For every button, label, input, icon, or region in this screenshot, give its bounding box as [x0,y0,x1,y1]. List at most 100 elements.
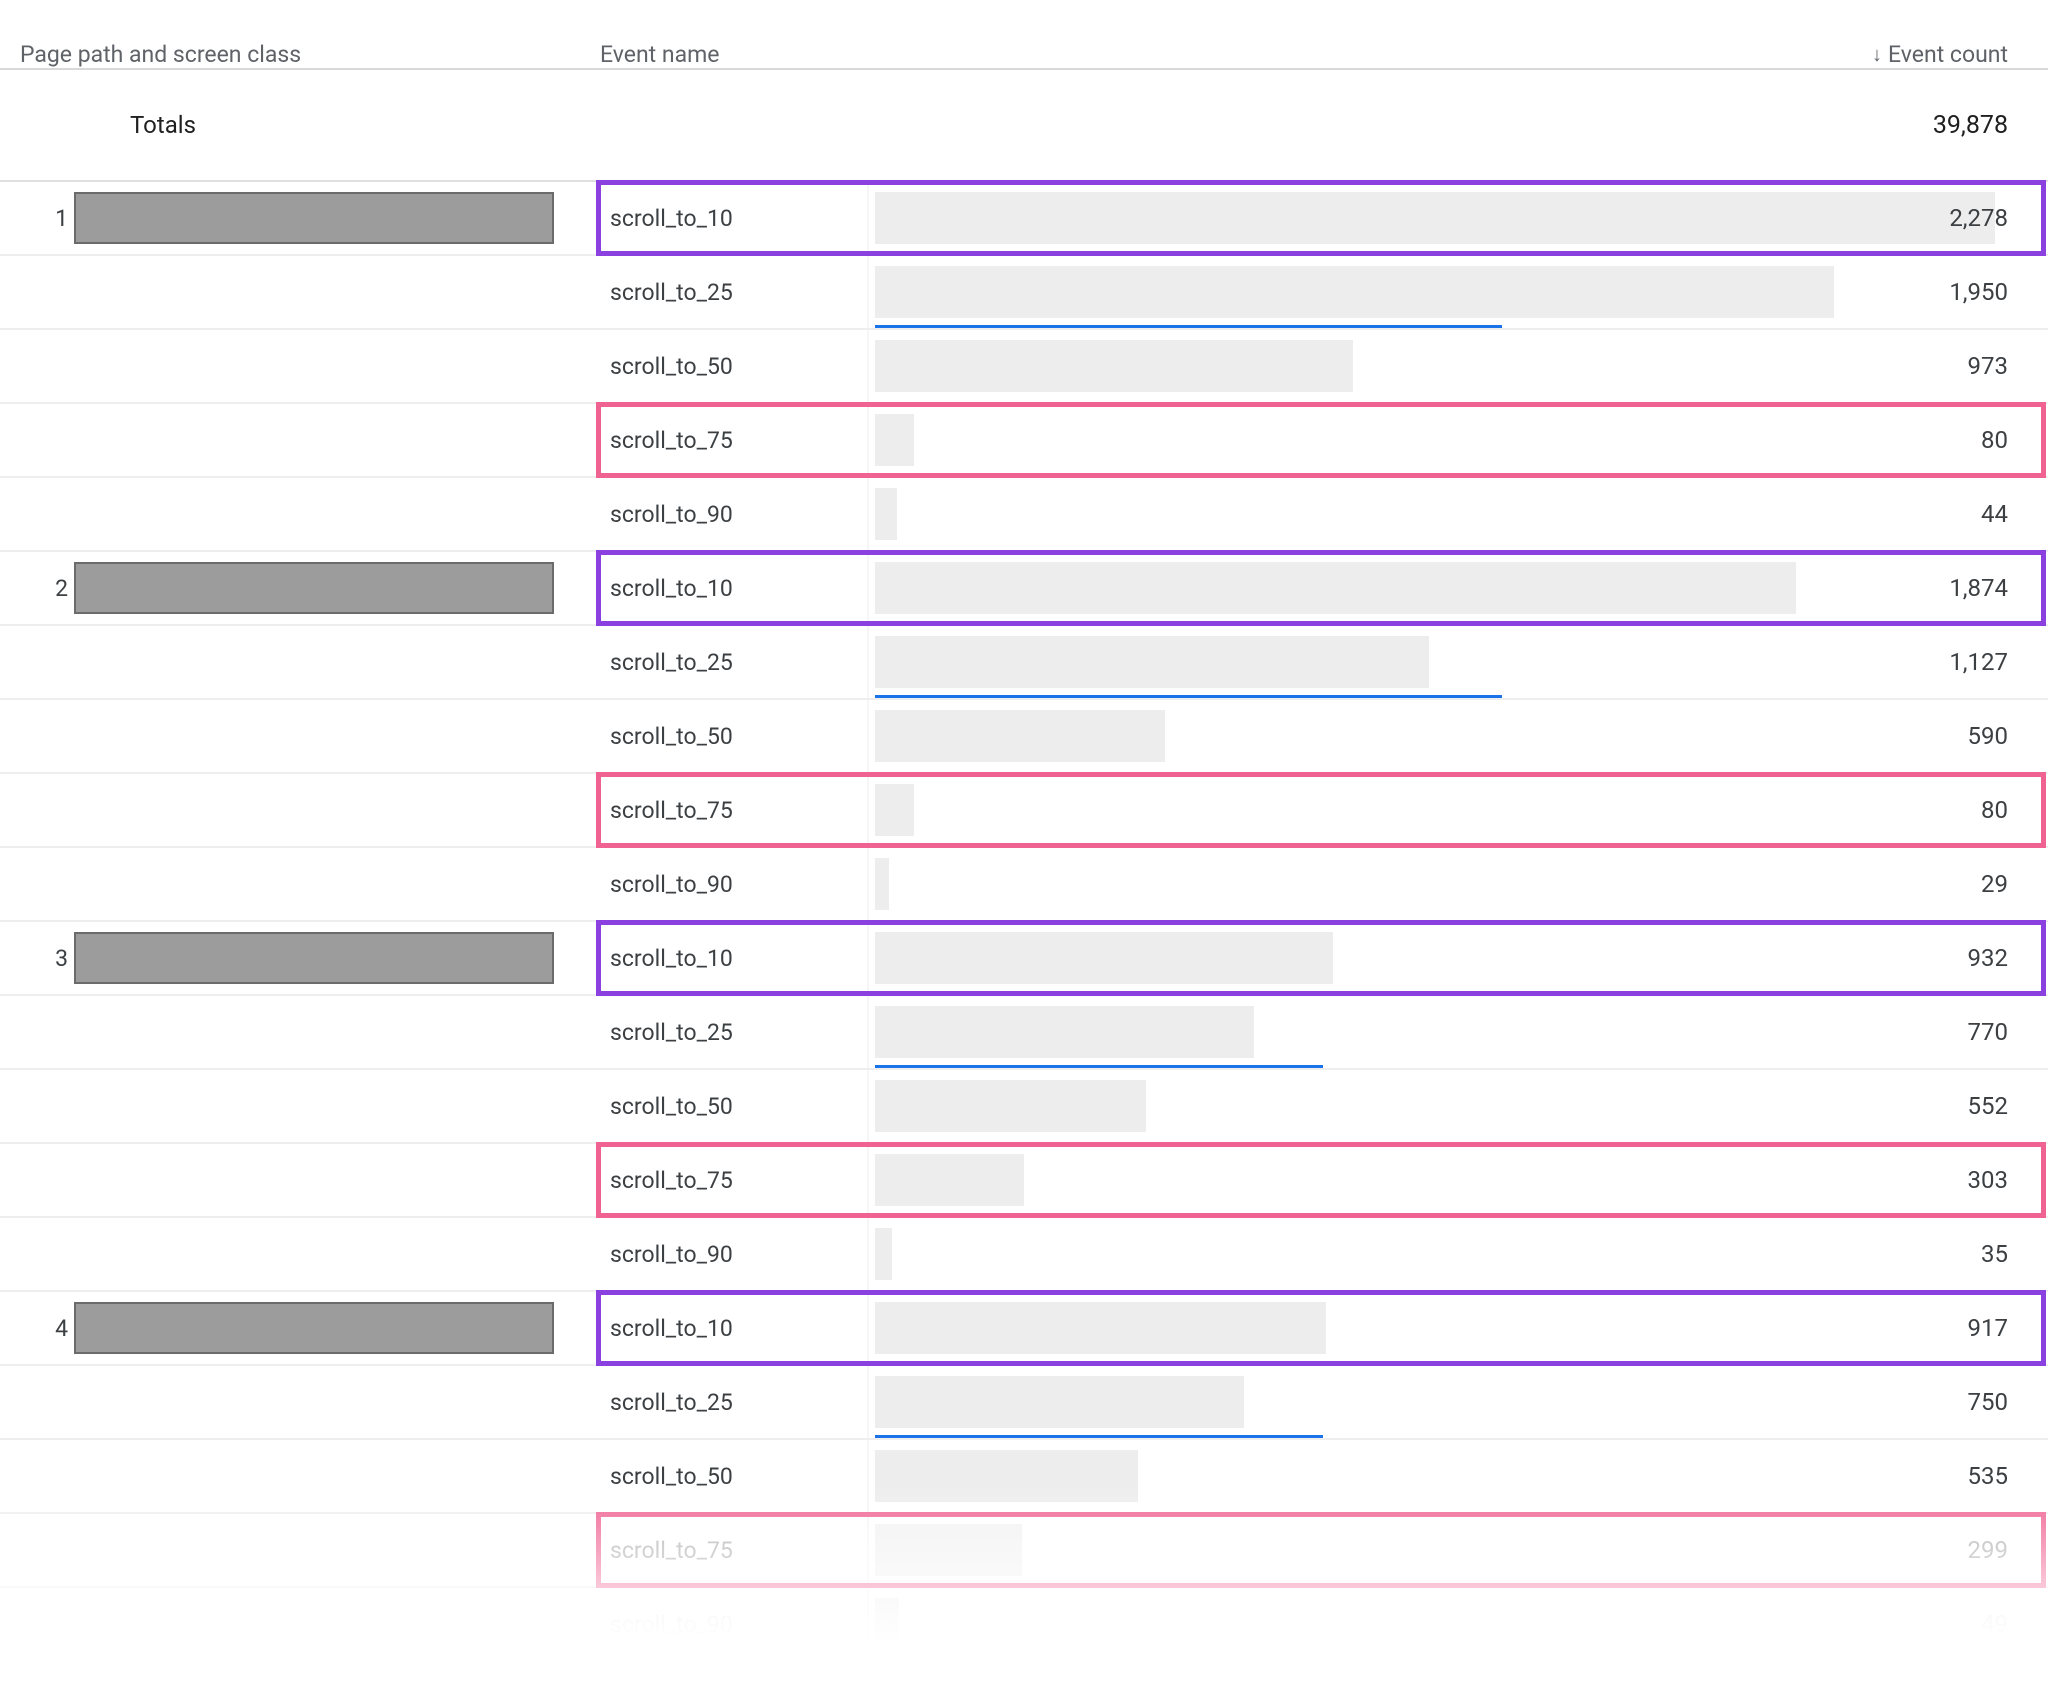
bar-cell: 35 [855,1218,2048,1290]
value-bar [875,414,914,466]
value-bar [875,1006,1254,1058]
value-bar [875,1228,892,1280]
page-path-cell [74,922,590,994]
event-count-cell: 29 [1981,870,2008,898]
sort-down-icon: ↓ [1872,42,1882,67]
bar-cell: 750 [855,1366,2048,1438]
event-count-cell: 49 [1981,1610,2008,1638]
event-count-cell: 932 [1968,944,2008,972]
bar-cell: 303 [855,1144,2048,1216]
page-path-cell [74,1440,590,1512]
row-index: 4 [0,1292,74,1364]
table-row[interactable]: scroll_to_50552 [0,1070,2048,1144]
event-name-cell: scroll_to_75 [590,404,855,476]
row-index [0,1218,74,1290]
table-row[interactable]: 3scroll_to_10932 [0,922,2048,996]
event-count-cell: 44 [1981,500,2008,528]
value-bar [875,1302,1326,1354]
table-row[interactable]: scroll_to_25 1,950 [0,256,2048,330]
value-bar [875,562,1796,614]
event-name-cell: scroll_to_25 [590,1366,855,1438]
value-bar [875,636,1429,688]
bar-cell: 932 [855,922,2048,994]
table-row[interactable]: 2scroll_to_101,874 [0,552,2048,626]
redacted-page-path [74,932,554,984]
bar-cell: 535 [855,1440,2048,1512]
table-row[interactable]: scroll_to_50973 [0,330,2048,404]
row-index [0,1588,74,1660]
page-path-cell [74,700,590,772]
row-index [0,256,74,328]
table-row[interactable]: scroll_to_9049 [0,1588,2048,1662]
table-row[interactable]: scroll_to_75 80 [0,404,2048,478]
bar-cell: 552 [855,1070,2048,1142]
event-count-cell: 590 [1968,722,2008,750]
bar-cell: 49 [855,1588,2048,1660]
event-count-cell: 80 [1981,426,2008,454]
event-count-cell: 535 [1968,1462,2008,1490]
event-count-cell: 552 [1968,1092,2008,1120]
event-count-cell: 750 [1968,1388,2008,1416]
row-index [0,1144,74,1216]
event-name-cell: scroll_to_10 [590,1292,855,1364]
page-path-cell [74,1144,590,1216]
table-row[interactable]: scroll_to_25 1,127 [0,626,2048,700]
event-name-cell: scroll_to_25 [590,626,855,698]
row-index [0,774,74,846]
column-header-page-path[interactable]: Page path and screen class [0,41,600,68]
table-row[interactable]: scroll_to_75299 [0,1514,2048,1588]
table-header-row: Page path and screen class Event name ↓ … [0,0,2048,70]
event-name-cell: scroll_to_25 [590,256,855,328]
row-index [0,330,74,402]
value-bar [875,340,1353,392]
page-path-cell [74,1514,590,1586]
bar-cell: 1,950 [855,256,2048,328]
table-row[interactable]: scroll_to_9029 [0,848,2048,922]
table-row[interactable]: scroll_to_50535 [0,1440,2048,1514]
bar-cell: 973 [855,330,2048,402]
totals-label: Totals [0,111,196,139]
page-path-cell [74,774,590,846]
value-bar [875,932,1333,984]
bar-cell: 44 [855,478,2048,550]
page-path-cell [74,1218,590,1290]
table-row[interactable]: scroll_to_9044 [0,478,2048,552]
table-row[interactable]: scroll_to_7580 [0,774,2048,848]
column-header-event-count-label: Event count [1888,41,2008,68]
event-name-cell: scroll_to_75 [590,1514,855,1586]
table-row[interactable]: scroll_to_25 750 [0,1366,2048,1440]
table-row[interactable]: scroll_to_50 590 [0,700,2048,774]
page-path-cell [74,182,590,254]
event-name-cell: scroll_to_25 [590,996,855,1068]
bar-cell: 1,127 [855,626,2048,698]
page-path-cell [74,256,590,328]
page-path-cell [74,1070,590,1142]
bar-cell: 29 [855,848,2048,920]
median-line [875,325,1502,328]
column-header-event-name[interactable]: Event name [600,41,865,68]
table-row[interactable]: scroll_to_75303 [0,1144,2048,1218]
page-path-cell [74,1366,590,1438]
row-index [0,1070,74,1142]
bar-cell: 1,874 [855,552,2048,624]
table-row[interactable]: 4scroll_to_10917 [0,1292,2048,1366]
report-table: Page path and screen class Event name ↓ … [0,0,2048,1662]
value-bar [875,858,889,910]
row-index [0,700,74,772]
event-count-cell: 35 [1981,1240,2008,1268]
event-count-cell: 80 [1981,796,2008,824]
value-bar [875,1376,1244,1428]
table-row[interactable]: 1scroll_to_102,278 [0,182,2048,256]
event-count-cell: 1,127 [1949,648,2008,676]
event-name-cell: scroll_to_50 [590,700,855,772]
page-path-cell [74,996,590,1068]
event-count-cell: 303 [1968,1166,2008,1194]
column-header-event-count[interactable]: ↓ Event count [865,41,2048,68]
value-bar [875,488,897,540]
table-row[interactable]: scroll_to_9035 [0,1218,2048,1292]
event-count-cell: 1,950 [1949,278,2008,306]
bar-cell: 80 [855,774,2048,846]
table-row[interactable]: scroll_to_25770 [0,996,2048,1070]
row-index [0,1440,74,1512]
event-count-cell: 2,278 [1949,204,2008,232]
